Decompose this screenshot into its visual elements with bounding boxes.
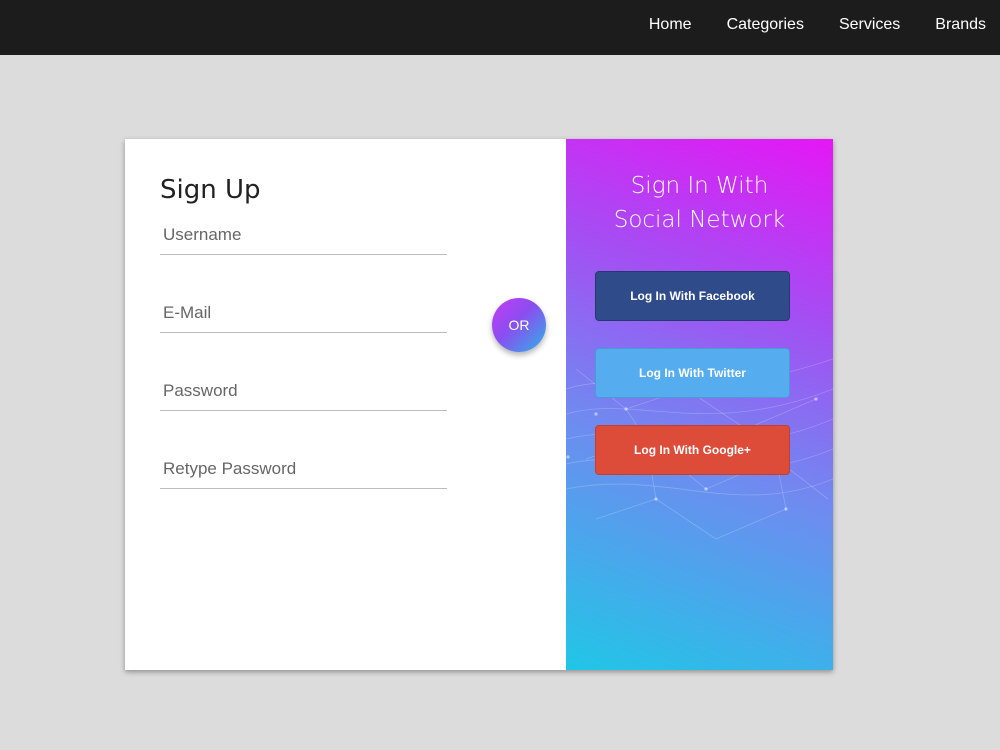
- social-title-line2: Social Network: [613, 207, 786, 233]
- retype-password-input[interactable]: [160, 449, 447, 489]
- signup-pane: Sign Up: [125, 139, 566, 670]
- top-navbar: Home Categories Services Brands: [0, 0, 1000, 55]
- signup-title: Sign Up: [160, 175, 261, 205]
- facebook-login-button[interactable]: Log In With Facebook: [595, 271, 790, 321]
- nav-item-services[interactable]: Services: [839, 16, 900, 34]
- nav-menu: Home Categories Services Brands: [614, 0, 1000, 50]
- nav-item-categories[interactable]: Categories: [727, 16, 804, 34]
- social-signin-title: Sign In With Social Network: [566, 169, 833, 237]
- username-input[interactable]: [160, 215, 447, 255]
- email-input[interactable]: [160, 293, 447, 333]
- or-divider-badge: OR: [492, 298, 546, 352]
- google-login-button[interactable]: Log In With Google+: [595, 425, 790, 475]
- nav-item-brands[interactable]: Brands: [935, 16, 986, 34]
- signup-card: Sign Up OR: [125, 139, 833, 670]
- social-title-line1: Sign In With: [630, 173, 769, 199]
- password-input[interactable]: [160, 371, 447, 411]
- nav-item-home[interactable]: Home: [649, 16, 692, 34]
- social-signin-pane: Sign In With Social Network Log In With …: [566, 139, 833, 670]
- twitter-login-button[interactable]: Log In With Twitter: [595, 348, 790, 398]
